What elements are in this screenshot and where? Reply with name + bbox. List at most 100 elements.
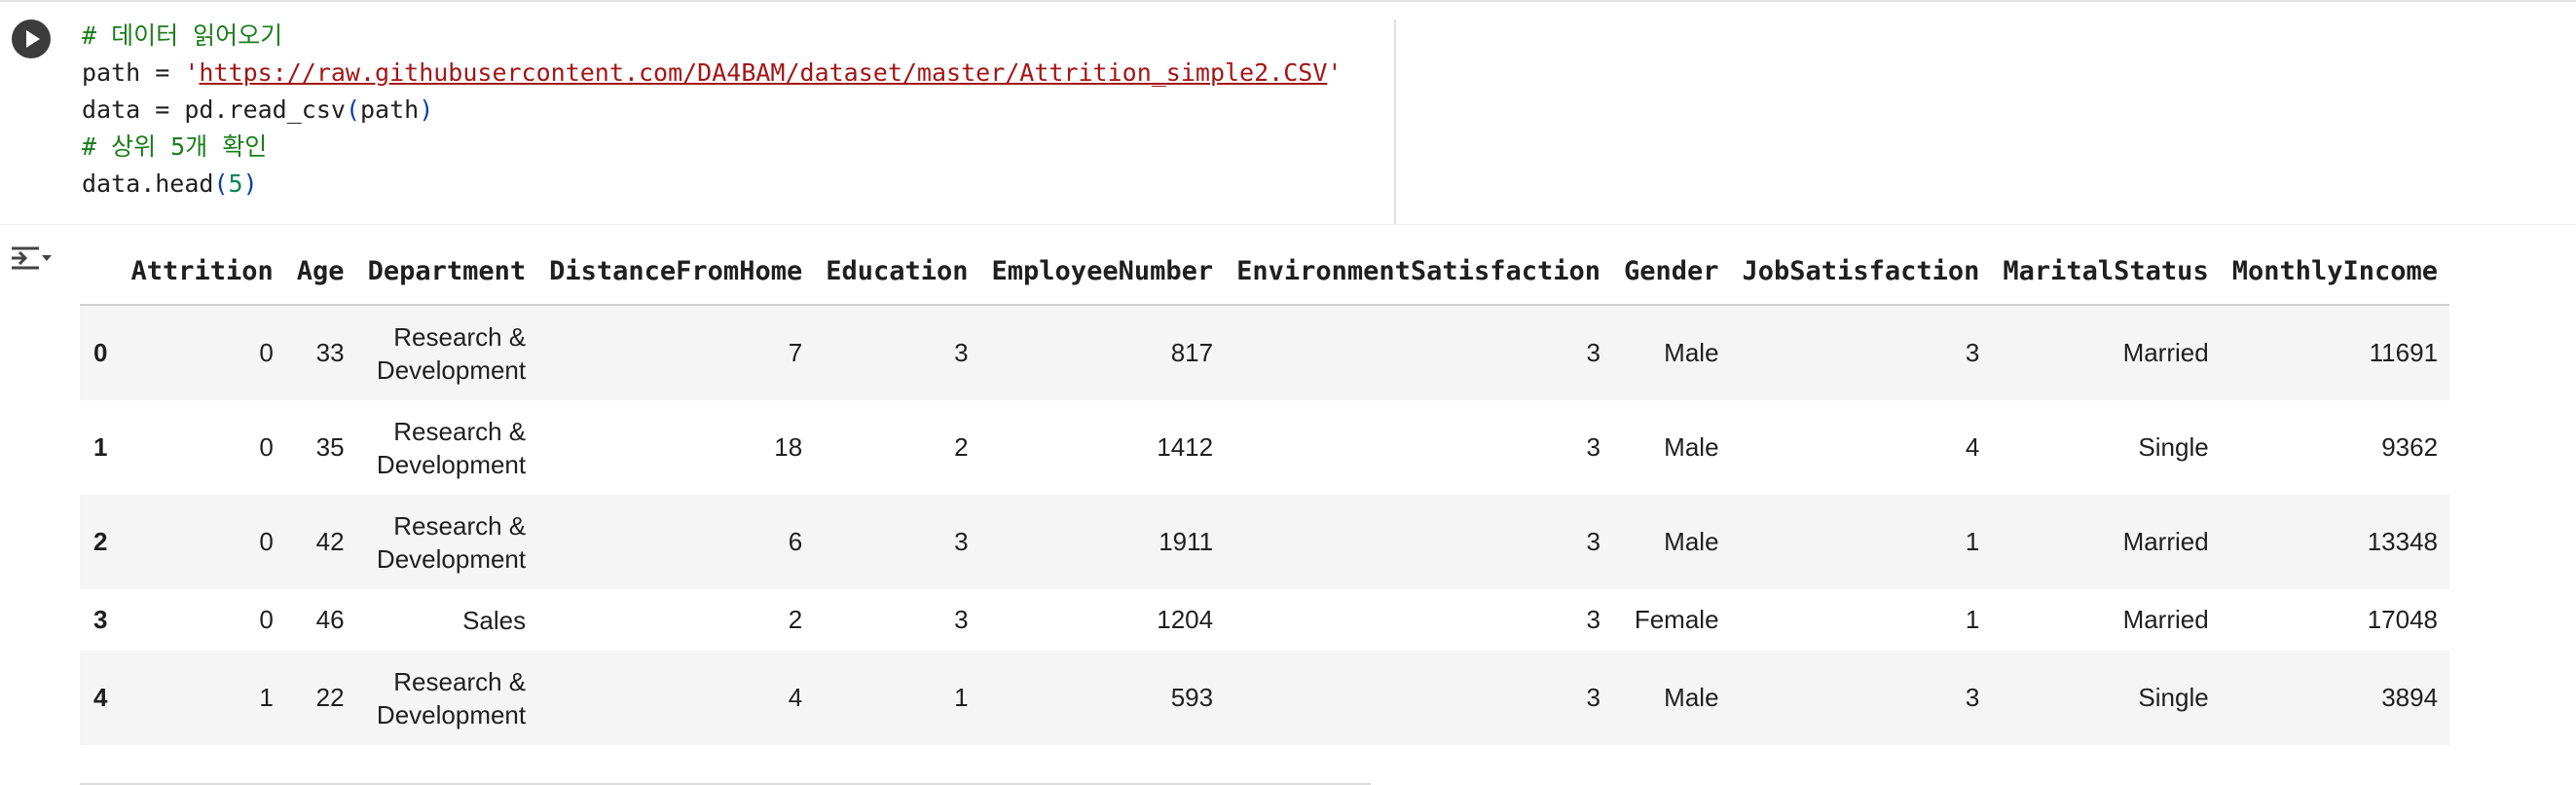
dataframe-table: Attrition Age Department DistanceFromHom… [80, 238, 2450, 745]
code-line-5: data.head(5) [82, 166, 1396, 203]
table-cell: Research & Development [355, 305, 538, 400]
column-header: DistanceFromHome [537, 238, 815, 306]
table-cell: 3 [1225, 651, 1612, 745]
column-header: Gender [1611, 238, 1731, 306]
table-cell: 17048 [2367, 605, 2439, 634]
table-cell: 1 [814, 651, 980, 745]
dataset-url-link[interactable]: https://raw.githubusercontent.com/DA4BAM… [199, 58, 1327, 87]
table-cell: Research & Development [355, 651, 538, 745]
string-quote: ' [1327, 58, 1343, 87]
table-cell: 42 [284, 495, 356, 589]
table-cell: 1204 [1157, 605, 1214, 634]
row-index: 2 [80, 495, 120, 589]
table-cell: 13348 [2220, 495, 2450, 589]
table-cell: Male [1611, 495, 1731, 589]
table-cell: Sales [462, 605, 527, 635]
paren: ) [419, 95, 434, 124]
table-cell: 33 [284, 305, 356, 400]
table-cell: 1 [119, 651, 285, 745]
table-cell: Married [2122, 605, 2209, 634]
table-cell: 18 [774, 432, 803, 462]
table-row: 4 1 22 Research & Development 4 1 593 3 … [80, 651, 2450, 745]
table-cell: 3 [1225, 495, 1612, 589]
code-comment: # 상위 5개 확인 [82, 132, 268, 161]
paren: ( [345, 95, 360, 124]
table-cell: 0 [259, 432, 274, 462]
table-cell: Research & Development [376, 416, 527, 479]
column-header-index [80, 238, 120, 306]
output-separator [0, 224, 2576, 225]
string-quote: ' [184, 58, 200, 87]
cell-divider [1394, 19, 1396, 224]
table-cell: Single [2138, 432, 2209, 462]
code-line-3: data = pd.read_csv(path) [82, 92, 1396, 129]
table-cell: 3 [1586, 605, 1601, 634]
table-cell: 0 [119, 495, 285, 589]
code-token: path = [82, 58, 185, 87]
table-cell: 3 [1586, 432, 1601, 462]
code-number: 5 [228, 169, 243, 198]
column-header: JobSatisfaction [1730, 238, 1992, 306]
column-header: Attrition [119, 238, 285, 306]
run-cell-button[interactable] [12, 19, 51, 58]
code-editor[interactable]: # 데이터 읽어오기 path = 'https://raw.githubuse… [82, 18, 1396, 222]
table-cell: 1 [1965, 605, 1980, 634]
play-icon [26, 30, 40, 48]
column-header: EnvironmentSatisfaction [1225, 238, 1612, 306]
table-header-row: Attrition Age Department DistanceFromHom… [80, 238, 2450, 306]
top-border [0, 0, 2576, 2]
table-row: 2 0 42 Research & Development 6 3 1911 3… [80, 495, 2450, 589]
table-cell: 2 [788, 605, 803, 634]
table-row: 3 0 46 Sales 2 3 1204 3 Female 1 Married… [80, 589, 2449, 651]
code-comment: # 데이터 읽어오기 [82, 21, 283, 50]
table-cell: 3 [814, 305, 980, 400]
row-index: 3 [93, 605, 108, 634]
table-cell: 1911 [979, 495, 1226, 589]
table-row: 1 0 35 Research & Development 18 2 1412 … [80, 400, 2449, 495]
column-header: Education [814, 238, 980, 306]
output-options-icon[interactable] [10, 240, 55, 277]
row-index: 1 [93, 432, 108, 462]
code-token: path [360, 95, 420, 124]
column-header: Age [284, 238, 356, 306]
table-cell: 3 [954, 605, 969, 634]
table-cell: 4 [537, 651, 815, 745]
table-cell: 3 [1225, 305, 1612, 400]
table-cell: 9362 [2381, 432, 2439, 462]
column-header: Department [355, 238, 538, 306]
table-cell: 6 [537, 495, 815, 589]
table-cell: 3 [1730, 651, 1992, 745]
table-cell: 0 [259, 605, 274, 634]
table-cell: Married [1991, 305, 2221, 400]
table-row: 0 0 33 Research & Development 7 3 817 3 … [80, 305, 2450, 400]
column-header: MaritalStatus [1991, 238, 2221, 306]
table-cell: 593 [979, 651, 1226, 745]
code-line-2: path = 'https://raw.githubusercontent.co… [82, 55, 1396, 92]
table-cell: 4 [1965, 432, 1980, 462]
code-line-1: # 데이터 읽어오기 [82, 18, 1396, 55]
table-cell: 3894 [2220, 651, 2450, 745]
paren: ( [213, 169, 229, 198]
table-cell: 35 [315, 432, 345, 462]
row-index: 4 [80, 651, 120, 745]
table-cell: 22 [284, 651, 356, 745]
row-index: 0 [80, 305, 120, 400]
table-cell: 7 [537, 305, 815, 400]
paren: ) [242, 169, 258, 198]
table-cell: 46 [315, 605, 345, 634]
table-cell: 0 [119, 305, 285, 400]
code-line-4: # 상위 5개 확인 [82, 129, 1396, 166]
table-cell: Male [1664, 432, 1719, 462]
table-cell: Single [1991, 651, 2221, 745]
table-cell: 1412 [1157, 432, 1214, 462]
table-cell: 817 [979, 305, 1226, 400]
table-cell: Male [1611, 305, 1731, 400]
code-token: data.head [82, 169, 214, 198]
column-header: MonthlyIncome [2220, 238, 2450, 306]
table-cell: 3 [1730, 305, 1992, 400]
table-cell: 1 [1730, 495, 1992, 589]
code-token: data = pd.read_csv [82, 95, 346, 124]
table-cell: 11691 [2220, 305, 2450, 400]
table-cell: Research & Development [355, 495, 538, 589]
table-cell: Male [1611, 651, 1731, 745]
